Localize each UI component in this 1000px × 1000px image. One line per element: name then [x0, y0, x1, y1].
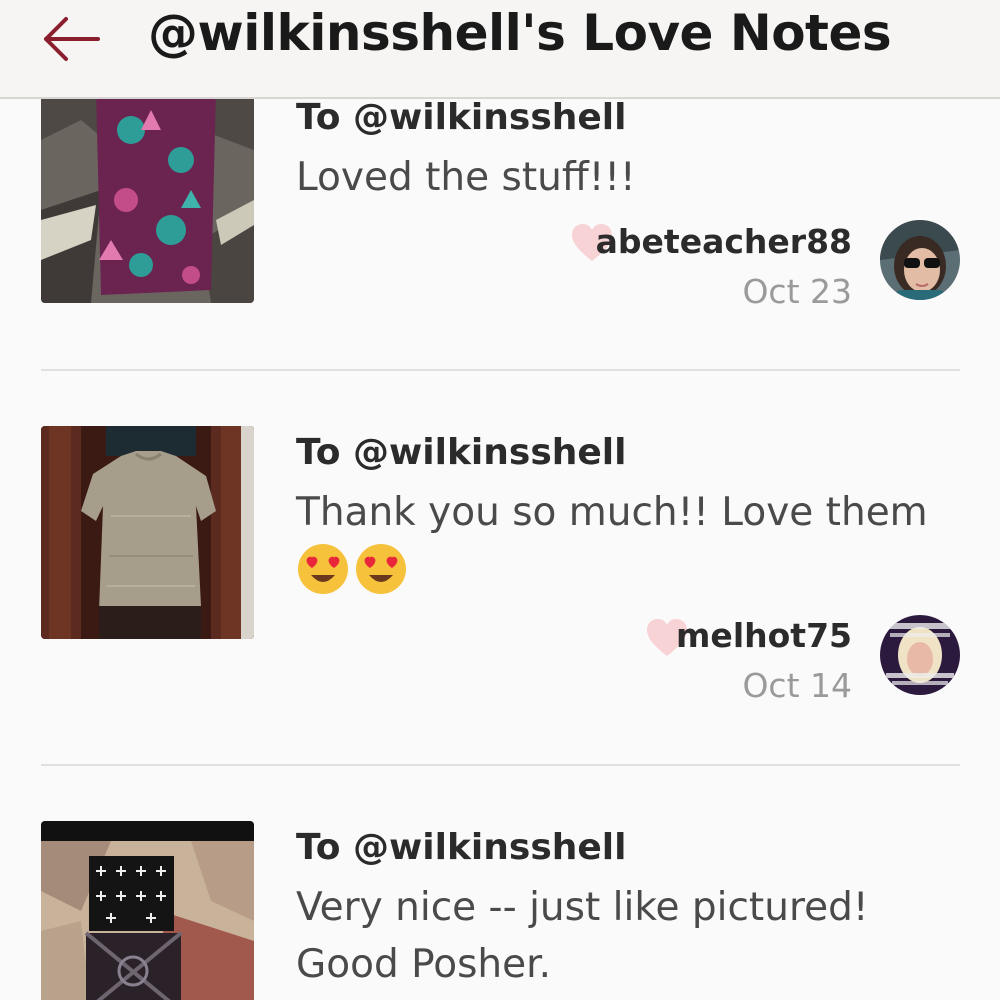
author-avatar[interactable]: [880, 615, 960, 695]
note-author[interactable]: melhot75: [676, 616, 852, 655]
app-header: @wilkinsshell's Love Notes: [0, 0, 1000, 99]
note-message: Loved the stuff!!!: [296, 155, 636, 200]
note-recipient: To @wilkinsshell: [296, 99, 627, 138]
note-date: Oct 14: [742, 666, 852, 705]
heart-eyes-emoji: [298, 544, 348, 594]
note-divider: [41, 764, 960, 766]
avatar-photo: [880, 615, 960, 695]
dress-photo: [41, 426, 254, 639]
listing-thumbnail[interactable]: [41, 99, 254, 303]
note-date: Oct 23: [742, 272, 852, 311]
leggings-photo: [41, 821, 254, 1000]
listing-thumbnail[interactable]: [41, 821, 254, 1000]
note-message: Thank you so much!! Love them: [296, 490, 928, 535]
page-title: @wilkinsshell's Love Notes: [148, 4, 892, 62]
leggings-photo: [41, 99, 254, 303]
love-notes-feed[interactable]: To @wilkinsshell Loved the stuff!!! abet…: [0, 99, 1000, 1000]
heart-eyes-emoji: [356, 544, 406, 594]
note-recipient: To @wilkinsshell: [296, 432, 627, 473]
emoji-row: [296, 542, 408, 596]
back-button[interactable]: [38, 12, 108, 67]
note-author[interactable]: abeteacher88: [596, 222, 852, 261]
author-avatar[interactable]: [880, 220, 960, 300]
note-message: Very nice -- just like pictured! Good Po…: [296, 885, 869, 987]
arrow-left-icon: [44, 17, 100, 61]
listing-thumbnail[interactable]: [41, 426, 254, 639]
avatar-photo: [880, 220, 960, 300]
note-recipient: To @wilkinsshell: [296, 827, 627, 868]
note-divider: [41, 369, 960, 371]
